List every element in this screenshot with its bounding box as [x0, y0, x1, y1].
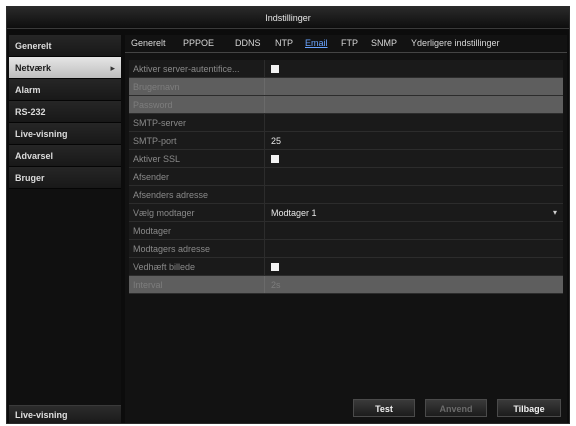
field-label: Brugernavn: [129, 78, 265, 95]
sidebar-item-advarsel[interactable]: Advarsel: [9, 145, 121, 167]
server-auth-checkbox[interactable]: [271, 65, 279, 73]
sidebar-item-label: Generelt: [15, 41, 52, 51]
row-sender: Afsender: [129, 168, 563, 186]
tab-bar: Generelt PPPOE DDNS NTP Email FTP SNMP Y…: [125, 35, 567, 53]
tab-pppoe[interactable]: PPPOE: [183, 38, 214, 48]
recipient-dropdown[interactable]: Modtager 1 ▾: [265, 204, 563, 221]
chevron-down-icon: ▾: [552, 208, 557, 217]
sender-address-field[interactable]: [265, 186, 563, 203]
sidebar-item-live-visning[interactable]: Live-visning: [9, 123, 121, 145]
chevron-right-icon: ▸: [110, 63, 115, 73]
sidebar: Generelt Netværk ▸ Alarm RS-232 Live-visn…: [9, 35, 121, 423]
row-recipient-address: Modtagers adresse: [129, 240, 563, 258]
field-label: Interval: [129, 276, 265, 293]
row-smtp-server: SMTP-server: [129, 114, 563, 132]
tab-yderligere-indstillinger[interactable]: Yderligere indstillinger: [411, 38, 500, 48]
username-field: [265, 78, 563, 95]
field-label: Vedhæft billede: [129, 258, 265, 275]
sender-field[interactable]: [265, 168, 563, 185]
field-label: Aktiver server-autentifice...: [129, 60, 265, 77]
apply-button: Anvend: [425, 399, 487, 417]
sidebar-item-label: Alarm: [15, 85, 41, 95]
row-recipient: Modtager: [129, 222, 563, 240]
password-field: [265, 96, 563, 113]
settings-window: Indstillinger Generelt Netværk ▸ Alarm RS…: [6, 6, 570, 424]
field-label: Vælg modtager: [129, 204, 265, 221]
field-label: Password: [129, 96, 265, 113]
smtp-port-field[interactable]: 25: [265, 132, 563, 149]
recipient-dropdown-value: Modtager 1: [271, 208, 317, 218]
tab-ftp[interactable]: FTP: [341, 38, 358, 48]
field-label: Aktiver SSL: [129, 150, 265, 167]
tab-email[interactable]: Email: [305, 38, 328, 48]
sidebar-item-bruger[interactable]: Bruger: [9, 167, 121, 189]
row-attach-image: Vedhæft billede: [129, 258, 563, 276]
row-interval: Interval 2s: [129, 276, 563, 294]
tab-ddns[interactable]: DDNS: [235, 38, 261, 48]
field-label: SMTP-server: [129, 114, 265, 131]
field-label: Modtager: [129, 222, 265, 239]
smtp-server-field[interactable]: [265, 114, 563, 131]
sidebar-item-label: Netværk: [15, 63, 52, 73]
recipient-field[interactable]: [265, 222, 563, 239]
field-label: SMTP-port: [129, 132, 265, 149]
row-password: Password: [129, 96, 563, 114]
back-button[interactable]: Tilbage: [497, 399, 561, 417]
ssl-checkbox[interactable]: [271, 155, 279, 163]
interval-field: 2s: [271, 280, 281, 290]
tab-generelt[interactable]: Generelt: [131, 38, 166, 48]
row-select-recipient: Vælg modtager Modtager 1 ▾: [129, 204, 563, 222]
sidebar-item-netvaerk[interactable]: Netværk ▸: [9, 57, 121, 79]
sidebar-item-rs232[interactable]: RS-232: [9, 101, 121, 123]
sidebar-item-alarm[interactable]: Alarm: [9, 79, 121, 101]
tab-ntp[interactable]: NTP: [275, 38, 293, 48]
row-username: Brugernavn: [129, 78, 563, 96]
sidebar-item-generelt[interactable]: Generelt: [9, 35, 121, 57]
sidebar-item-label: Advarsel: [15, 151, 54, 161]
attach-image-checkbox[interactable]: [271, 263, 279, 271]
recipient-address-field[interactable]: [265, 240, 563, 257]
field-label: Modtagers adresse: [129, 240, 265, 257]
sidebar-item-label: Bruger: [15, 173, 45, 183]
test-button[interactable]: Test: [353, 399, 415, 417]
email-settings-form: Aktiver server-autentifice... Brugernavn…: [129, 60, 563, 294]
field-label: Afsender: [129, 168, 265, 185]
sidebar-item-label: Live-visning: [15, 129, 68, 139]
window-title: Indstillinger: [7, 7, 569, 29]
tab-snmp[interactable]: SNMP: [371, 38, 397, 48]
row-ssl: Aktiver SSL: [129, 150, 563, 168]
row-sender-address: Afsenders adresse: [129, 186, 563, 204]
row-smtp-port: SMTP-port 25: [129, 132, 563, 150]
row-server-auth: Aktiver server-autentifice...: [129, 60, 563, 78]
sidebar-item-label: RS-232: [15, 107, 46, 117]
main-panel: Generelt PPPOE DDNS NTP Email FTP SNMP Y…: [125, 35, 567, 423]
field-label: Afsenders adresse: [129, 186, 265, 203]
live-view-button[interactable]: Live-visning: [9, 405, 121, 423]
